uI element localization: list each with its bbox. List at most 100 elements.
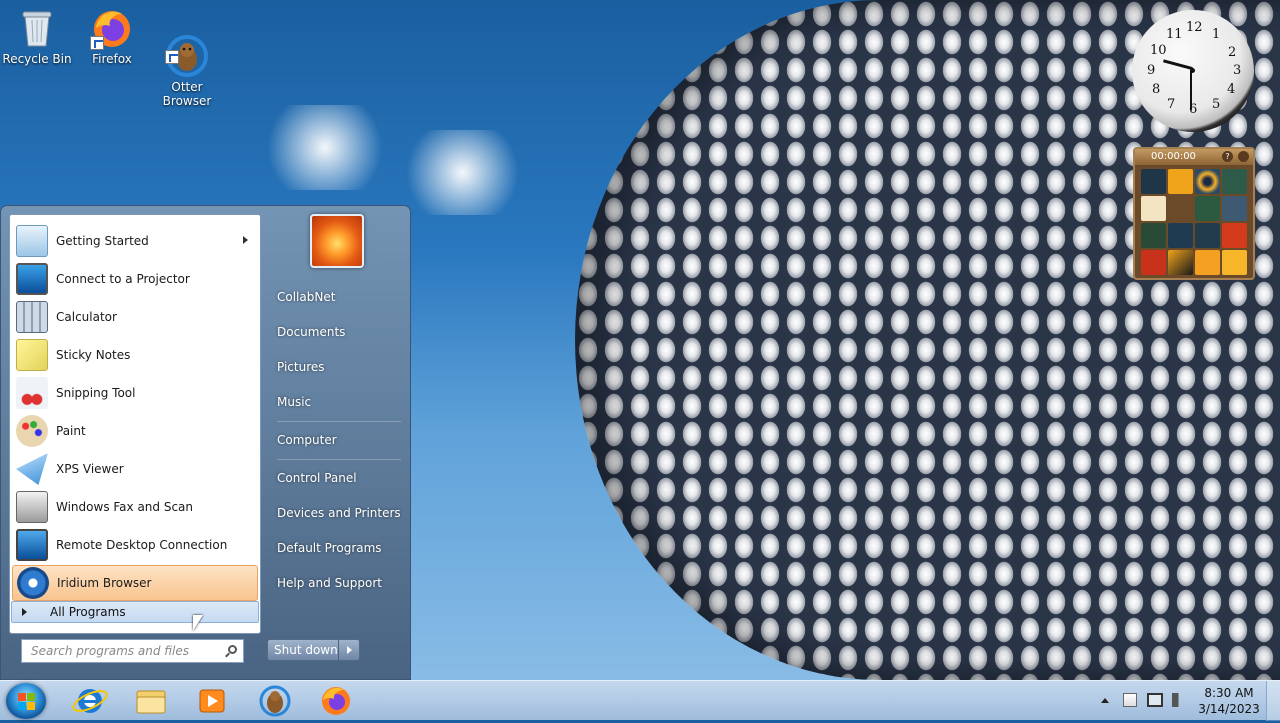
taskbar-file-explorer[interactable] [129, 683, 173, 719]
place-music[interactable]: Music [277, 395, 311, 409]
fax-scanner-icon [16, 491, 48, 523]
clock-number: 2 [1228, 45, 1237, 60]
program-xps-viewer[interactable]: XPS Viewer [12, 451, 258, 487]
puzzle-tile[interactable] [1195, 196, 1220, 221]
shutdown-button[interactable]: Shut down [267, 639, 360, 661]
search-input[interactable]: Search programs and files [21, 639, 244, 663]
taskbar-firefox[interactable] [314, 683, 358, 719]
clock-number: 1 [1212, 27, 1221, 42]
puzzle-tile[interactable] [1222, 196, 1247, 221]
puzzle-tile[interactable] [1141, 250, 1166, 275]
place-help-and-support[interactable]: Help and Support [277, 576, 382, 590]
puzzle-tile[interactable] [1141, 196, 1166, 221]
program-label: Paint [56, 424, 86, 438]
projector-icon [16, 263, 48, 295]
taskbar-media-player[interactable] [190, 683, 234, 719]
clock-gadget[interactable]: 12 1 2 3 4 5 6 7 8 9 10 11 [1132, 10, 1254, 132]
place-documents[interactable]: Documents [277, 325, 345, 339]
shortcut-arrow-icon [165, 50, 179, 64]
puzzle-grid[interactable] [1135, 165, 1253, 279]
otter-browser-icon [165, 20, 209, 77]
puzzle-tile[interactable] [1168, 196, 1193, 221]
program-windows-fax-and-scan[interactable]: Windows Fax and Scan [12, 489, 258, 525]
clock-minute-hand [1190, 70, 1192, 110]
clock-number: 11 [1166, 27, 1183, 42]
program-label: Remote Desktop Connection [56, 538, 228, 552]
show-hidden-icons-chevron-up-icon[interactable] [1101, 698, 1109, 703]
submenu-arrow-icon [243, 236, 248, 244]
clock-time: 8:30 AM [1204, 686, 1254, 700]
puzzle-tile[interactable] [1168, 223, 1193, 248]
place-pictures[interactable]: Pictures [277, 360, 325, 374]
place-default-programs[interactable]: Default Programs [277, 541, 382, 555]
program-label: Windows Fax and Scan [56, 500, 194, 514]
otter-browser-icon [259, 685, 291, 717]
shutdown-options-arrow-icon[interactable] [347, 646, 352, 654]
desktop-icon-firefox[interactable]: Firefox [77, 0, 147, 66]
place-computer[interactable]: Computer [277, 433, 337, 447]
puzzle-tile[interactable] [1195, 169, 1220, 194]
program-calculator[interactable]: Calculator [12, 299, 258, 335]
place-devices-and-printers[interactable]: Devices and Printers [277, 506, 401, 520]
clock-date: 3/14/2023 [1198, 702, 1260, 716]
program-label: XPS Viewer [56, 462, 124, 476]
puzzle-tile[interactable] [1168, 169, 1193, 194]
puzzle-tile[interactable] [1195, 250, 1220, 275]
clock-number: 8 [1152, 82, 1161, 97]
puzzle-tile[interactable] [1222, 250, 1247, 275]
calculator-icon [16, 301, 48, 333]
search-icon[interactable] [228, 645, 237, 654]
program-label: Getting Started [56, 234, 149, 248]
network-icon[interactable] [1147, 693, 1163, 707]
puzzle-tile[interactable] [1141, 169, 1166, 194]
iridium-browser-icon [17, 567, 49, 599]
taskbar-internet-explorer[interactable] [68, 683, 112, 719]
picture-puzzle-gadget[interactable]: 00:00:00 ? [1133, 147, 1255, 280]
arrow-right-icon [22, 608, 27, 616]
getting-started-icon [16, 225, 48, 257]
program-paint[interactable]: Paint [12, 413, 258, 449]
all-programs-button[interactable]: All Programs [11, 601, 259, 623]
volume-muted-icon[interactable] [1172, 693, 1186, 707]
program-label: Iridium Browser [57, 576, 152, 590]
start-menu-places-pane: CollabNet Documents Pictures Music Compu… [263, 206, 412, 681]
puzzle-titlebar: 00:00:00 ? [1135, 149, 1253, 165]
internet-explorer-icon [72, 689, 108, 713]
start-button[interactable] [6, 683, 46, 719]
program-connect-to-projector[interactable]: Connect to a Projector [12, 261, 258, 297]
puzzle-tile[interactable] [1141, 223, 1166, 248]
puzzle-tile[interactable] [1222, 223, 1247, 248]
clock-number: 5 [1212, 97, 1221, 112]
separator [277, 459, 401, 460]
desktop-icon-recycle-bin[interactable]: Recycle Bin [2, 0, 72, 66]
place-control-panel[interactable]: Control Panel [277, 471, 357, 485]
shutdown-label: Shut down [274, 643, 338, 657]
start-menu: Getting Started Connect to a Projector C… [0, 205, 411, 680]
separator [277, 421, 401, 422]
program-label: Calculator [56, 310, 117, 324]
clock-number: 4 [1227, 82, 1236, 97]
puzzle-tile[interactable] [1168, 250, 1193, 275]
place-user-folder[interactable]: CollabNet [277, 290, 335, 304]
taskbar-clock[interactable]: 8:30 AM 3/14/2023 [1196, 685, 1262, 717]
puzzle-tile[interactable] [1195, 223, 1220, 248]
program-snipping-tool[interactable]: Snipping Tool [12, 375, 258, 411]
media-player-icon [199, 689, 225, 713]
firefox-icon [90, 6, 134, 50]
windows-logo-icon [18, 693, 35, 710]
firefox-icon [322, 687, 350, 715]
clock-number: 10 [1150, 43, 1167, 58]
action-center-flag-icon[interactable] [1123, 693, 1137, 707]
taskbar-otter-browser[interactable] [253, 683, 297, 719]
search-placeholder: Search programs and files [31, 644, 189, 658]
help-icon[interactable]: ? [1222, 151, 1233, 162]
close-icon[interactable] [1238, 151, 1249, 162]
program-getting-started[interactable]: Getting Started [12, 223, 258, 259]
program-sticky-notes[interactable]: Sticky Notes [12, 337, 258, 373]
desktop-icon-otter-browser[interactable]: Otter Browser [152, 0, 222, 122]
user-picture-avatar[interactable] [310, 214, 364, 268]
show-desktop-button[interactable] [1266, 681, 1280, 721]
program-remote-desktop-connection[interactable]: Remote Desktop Connection [12, 527, 258, 563]
puzzle-tile[interactable] [1222, 169, 1247, 194]
program-iridium-browser[interactable]: Iridium Browser [12, 565, 258, 601]
